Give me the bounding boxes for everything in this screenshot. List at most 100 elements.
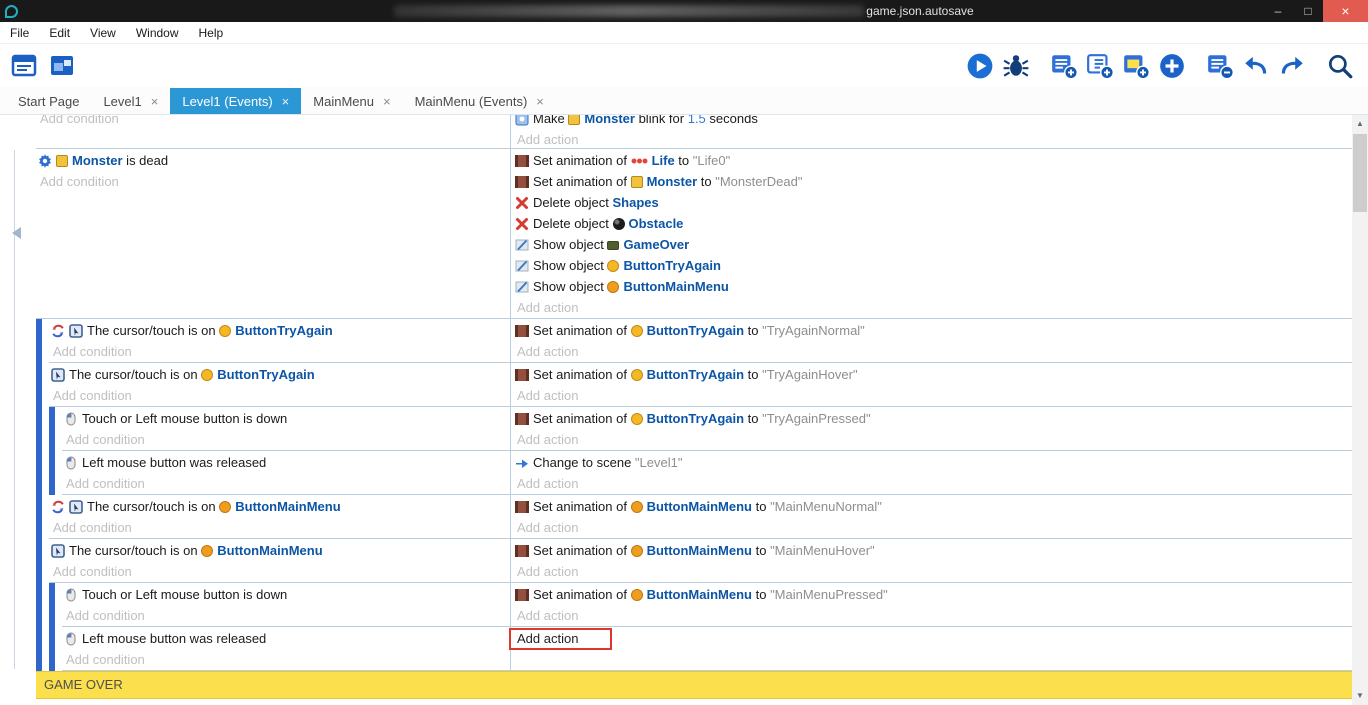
action-line[interactable]: Show object GameOver: [515, 234, 1352, 255]
action-line[interactable]: Show object ButtonMainMenu: [515, 276, 1352, 297]
tab-level1[interactable]: Level1×: [91, 88, 170, 114]
action-line[interactable]: Set animation of Life to "Life0": [515, 150, 1352, 171]
event-try-again-released[interactable]: Left mouse button was released Add condi…: [62, 451, 1352, 495]
action-line[interactable]: Set animation of ButtonMainMenu to "Main…: [515, 496, 1352, 517]
event-actions[interactable]: Set animation of ButtonMainMenu to "Main…: [510, 583, 1352, 626]
add-action-link[interactable]: Add action: [515, 341, 1352, 362]
event-monster-dead[interactable]: Monster is dead Add condition Set animat…: [36, 149, 1352, 319]
event-conditions[interactable]: The cursor/touch is on ButtonMainMenu Ad…: [49, 539, 510, 582]
event-cursor-not-on-try-again[interactable]: The cursor/touch is on ButtonTryAgain Ad…: [49, 319, 1352, 363]
event-conditions[interactable]: Touch or Left mouse button is down Add c…: [62, 583, 510, 626]
add-condition-link[interactable]: Add condition: [38, 115, 510, 129]
tab-close-icon[interactable]: ×: [383, 94, 391, 109]
action-line[interactable]: Set animation of ButtonTryAgain to "TryA…: [515, 364, 1352, 385]
tab-mainmenu[interactable]: MainMenu×: [301, 88, 402, 114]
condition-line[interactable]: The cursor/touch is on ButtonTryAgain: [51, 364, 510, 385]
tab-close-icon[interactable]: ×: [282, 94, 290, 109]
tab-level1-events[interactable]: Level1 (Events)×: [170, 88, 301, 114]
event-conditions[interactable]: The cursor/touch is on ButtonTryAgain Ad…: [49, 319, 510, 362]
condition-line[interactable]: The cursor/touch is on ButtonTryAgain: [51, 320, 510, 341]
event-conditions[interactable]: Touch or Left mouse button is down Add c…: [62, 407, 510, 450]
condition-line[interactable]: The cursor/touch is on ButtonMainMenu: [51, 540, 510, 561]
add-condition-link[interactable]: Add condition: [64, 649, 510, 670]
add-condition-link[interactable]: Add condition: [64, 605, 510, 626]
menu-window[interactable]: Window: [126, 22, 189, 44]
minimize-button[interactable]: –: [1263, 0, 1293, 22]
event-conditions[interactable]: The cursor/touch is on ButtonMainMenu Ad…: [49, 495, 510, 538]
toggle-event-button[interactable]: [1204, 50, 1236, 82]
event-actions[interactable]: Set animation of ButtonMainMenu to "Main…: [510, 539, 1352, 582]
menu-view[interactable]: View: [80, 22, 126, 44]
event-conditions[interactable]: Left mouse button was released Add condi…: [62, 451, 510, 494]
add-action-link[interactable]: Add action: [515, 473, 1352, 494]
scroll-up-icon[interactable]: ▲: [1352, 116, 1368, 132]
add-action-link[interactable]: Add action: [515, 517, 1352, 538]
tab-close-icon[interactable]: ×: [151, 94, 159, 109]
condition-line[interactable]: The cursor/touch is on ButtonMainMenu: [51, 496, 510, 517]
add-action-link[interactable]: Add action: [515, 129, 1352, 149]
add-comment-button[interactable]: [1120, 50, 1152, 82]
event-conditions[interactable]: The cursor/touch is on ButtonTryAgain Ad…: [49, 363, 510, 406]
scroll-down-icon[interactable]: ▼: [1352, 688, 1368, 704]
add-action-link-highlighted[interactable]: Add action: [509, 628, 612, 650]
event-main-menu-released[interactable]: Left mouse button was released Add condi…: [62, 627, 1352, 671]
action-line[interactable]: Delete object Obstacle: [515, 213, 1352, 234]
event-cursor-on-try-again[interactable]: The cursor/touch is on ButtonTryAgain Ad…: [49, 363, 1352, 407]
event-actions[interactable]: Make Monster blink for 1.5 seconds Add a…: [510, 115, 1352, 148]
scrollbar-thumb[interactable]: [1353, 134, 1367, 212]
tab-start-page[interactable]: Start Page: [6, 88, 91, 114]
search-button[interactable]: [1324, 50, 1356, 82]
menu-file[interactable]: File: [0, 22, 39, 44]
event-row-partial[interactable]: Add condition Make Monster blink for 1.5…: [36, 115, 1352, 149]
add-condition-link[interactable]: Add condition: [51, 385, 510, 406]
action-line[interactable]: Set animation of ButtonTryAgain to "TryA…: [515, 408, 1352, 429]
event-cursor-on-main-menu[interactable]: The cursor/touch is on ButtonMainMenu Ad…: [49, 539, 1352, 583]
menu-help[interactable]: Help: [189, 22, 234, 44]
action-line[interactable]: Set animation of ButtonTryAgain to "TryA…: [515, 320, 1352, 341]
project-manager-button[interactable]: [8, 50, 40, 82]
collapse-event-icon[interactable]: [6, 227, 21, 239]
action-line[interactable]: Delete object Shapes: [515, 192, 1352, 213]
event-actions[interactable]: Set animation of ButtonMainMenu to "Main…: [510, 495, 1352, 538]
add-action-link[interactable]: Add action: [515, 385, 1352, 406]
action-line[interactable]: Set animation of ButtonMainMenu to "Main…: [515, 584, 1352, 605]
vertical-scrollbar[interactable]: ▲ ▼: [1352, 115, 1368, 705]
add-event-button[interactable]: [1048, 50, 1080, 82]
action-line[interactable]: Make Monster blink for 1.5 seconds: [515, 115, 1352, 129]
action-line[interactable]: Change to scene "Level1": [515, 452, 1352, 473]
action-line[interactable]: Show object ButtonTryAgain: [515, 255, 1352, 276]
add-action-link[interactable]: Add action: [515, 605, 1352, 626]
event-actions[interactable]: Add action: [510, 627, 1352, 670]
add-action-link[interactable]: Add action: [515, 561, 1352, 582]
add-condition-link[interactable]: Add condition: [38, 171, 510, 192]
action-line[interactable]: Set animation of ButtonMainMenu to "Main…: [515, 540, 1352, 561]
event-conditions[interactable]: Left mouse button was released Add condi…: [62, 627, 510, 670]
event-actions[interactable]: Set animation of Life to "Life0" Set ani…: [510, 149, 1352, 318]
event-actions[interactable]: Set animation of ButtonTryAgain to "TryA…: [510, 407, 1352, 450]
add-action-link[interactable]: Add action: [515, 297, 1352, 318]
condition-line[interactable]: Left mouse button was released: [64, 452, 510, 473]
event-actions[interactable]: Change to scene "Level1" Add action: [510, 451, 1352, 494]
undo-button[interactable]: [1240, 50, 1272, 82]
action-line[interactable]: Set animation of Monster to "MonsterDead…: [515, 171, 1352, 192]
condition-line[interactable]: Monster is dead: [38, 150, 510, 171]
event-main-menu-pressed[interactable]: Touch or Left mouse button is down Add c…: [62, 583, 1352, 627]
event-conditions[interactable]: Add condition: [36, 115, 510, 148]
close-button[interactable]: ×: [1323, 0, 1368, 22]
redo-button[interactable]: [1276, 50, 1308, 82]
event-cursor-not-on-main-menu[interactable]: The cursor/touch is on ButtonMainMenu Ad…: [49, 495, 1352, 539]
event-conditions[interactable]: Monster is dead Add condition: [36, 149, 510, 318]
maximize-button[interactable]: □: [1293, 0, 1323, 22]
add-condition-link[interactable]: Add condition: [64, 473, 510, 494]
menu-edit[interactable]: Edit: [39, 22, 80, 44]
event-actions[interactable]: Set animation of ButtonTryAgain to "TryA…: [510, 363, 1352, 406]
event-try-again-pressed[interactable]: Touch or Left mouse button is down Add c…: [62, 407, 1352, 451]
debug-button[interactable]: [1000, 50, 1032, 82]
tab-close-icon[interactable]: ×: [536, 94, 544, 109]
add-condition-link[interactable]: Add condition: [51, 561, 510, 582]
comment-event[interactable]: GAME OVER: [36, 671, 1352, 699]
add-condition-link[interactable]: Add condition: [64, 429, 510, 450]
add-subevent-button[interactable]: [1084, 50, 1116, 82]
condition-line[interactable]: Touch or Left mouse button is down: [64, 408, 510, 429]
action-line[interactable]: Add action: [515, 628, 1352, 649]
